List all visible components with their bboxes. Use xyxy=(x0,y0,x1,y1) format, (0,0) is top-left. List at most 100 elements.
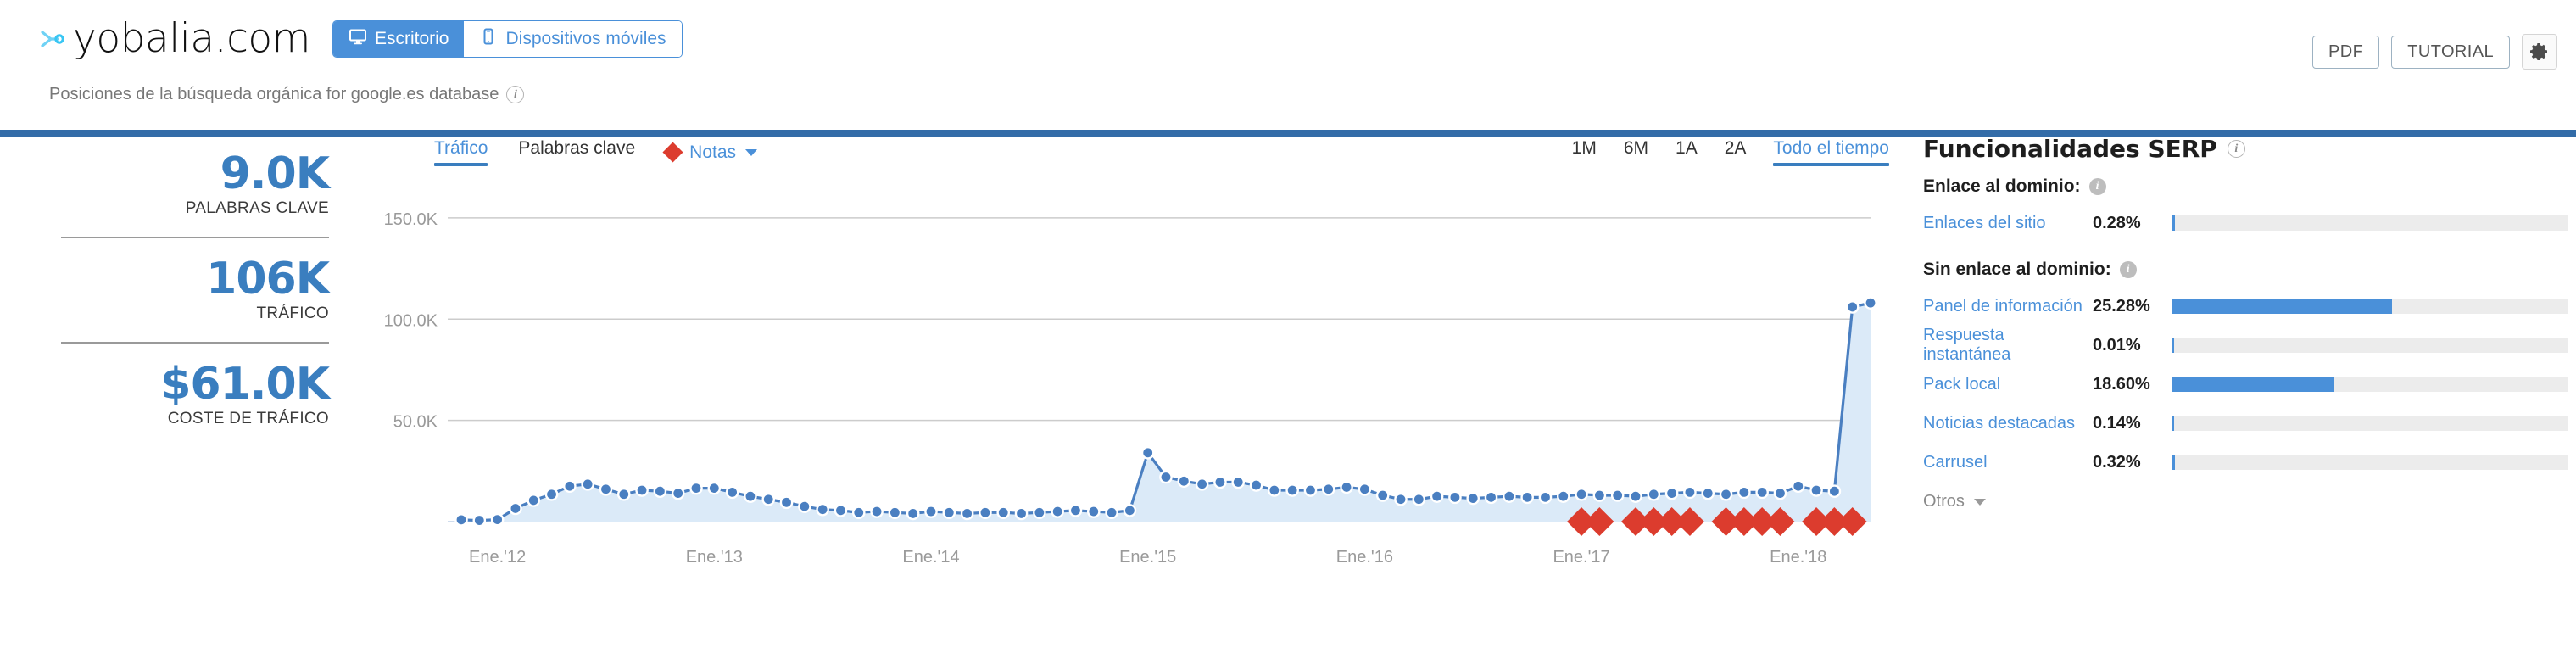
serp-bar-fill xyxy=(2172,377,2334,392)
serp-feature-percent: 0.28% xyxy=(2093,213,2141,232)
serp-bar-fill xyxy=(2172,215,2175,231)
svg-text:50.0K: 50.0K xyxy=(393,413,438,432)
metrics-panel: 9.0K PALABRAS CLAVE 106K TRÁFICO $61.0K … xyxy=(0,130,356,430)
serp-feature-name[interactable]: Carrusel xyxy=(1923,453,2093,472)
gear-icon[interactable] xyxy=(2522,34,2557,70)
serp-feature-percent: 0.32% xyxy=(2093,452,2141,472)
metric-traffic-label: TRÁFICO xyxy=(256,304,329,323)
page-header: yobalia.com Escritorio Dispositivos móvi… xyxy=(0,0,2576,137)
metric-traffic-cost-value: $61.0K xyxy=(160,359,330,411)
header-actions: PDF TUTORIAL xyxy=(2312,34,2557,70)
metric-traffic-cost-label: COSTE DE TRÁFICO xyxy=(167,410,329,428)
device-toggle-mobile[interactable]: Dispositivos móviles xyxy=(464,20,682,57)
info-icon[interactable]: i xyxy=(2088,178,2106,195)
range-selector: 1M 6M 1A 2A Todo el tiempo xyxy=(1572,138,1889,166)
serp-row-carrusel: Carrusel 0.32% xyxy=(1923,444,2568,480)
page-subtitle: Posiciones de la búsqueda orgánica for g… xyxy=(49,85,525,104)
range-1a[interactable]: 1A xyxy=(1676,138,1698,166)
serp-bar-fill xyxy=(2172,338,2174,353)
device-toggle-desktop[interactable]: Escritorio xyxy=(332,20,465,57)
traffic-line-chart[interactable]: 50.0K100.0K150.0K Ene.'12 Ene.'13 Ene.'14 E… xyxy=(370,182,1889,606)
svg-text:150.0K: 150.0K xyxy=(384,210,438,229)
chart-header: Tráfico Palabras clave Notas 1M 6M 1A 2A… xyxy=(370,130,1889,182)
serp-feature-name[interactable]: Pack local xyxy=(1923,375,2093,394)
serp-bar-track xyxy=(2172,455,2568,470)
device-toggle-mobile-label: Dispositivos móviles xyxy=(505,28,666,48)
chart-x-axis-labels: Ene.'12 Ene.'13 Ene.'14 Ene.'15 Ene.'16 Ene.'… xyxy=(469,548,1826,567)
page-title: yobalia.com xyxy=(73,15,310,62)
chart-area-fill xyxy=(461,303,1871,522)
chart-tabs: Tráfico Palabras clave Notas xyxy=(434,138,758,166)
metric-keywords: 9.0K PALABRAS CLAVE xyxy=(0,150,356,218)
page-subtitle-text: Posiciones de la búsqueda orgánica for g… xyxy=(49,85,499,103)
chart-plot[interactable]: 50.0K 100.0K 150.0K Ene.'12 Ene.'13 Ene.'14 E… xyxy=(370,182,1889,623)
page-content: 9.0K PALABRAS CLAVE 106K TRÁFICO $61.0K … xyxy=(0,130,2576,640)
mobile-icon xyxy=(479,27,498,51)
svg-text:Ene.'18: Ene.'18 xyxy=(1770,548,1826,567)
serp-feature-name[interactable]: Respuesta instantánea xyxy=(1923,326,2093,365)
svg-text:Ene.'12: Ene.'12 xyxy=(469,548,526,567)
serp-features-panel: Funcionalidades SERP i Enlace al dominio… xyxy=(1923,130,2568,511)
info-icon[interactable]: i xyxy=(2227,140,2245,158)
serp-group-heading-unlinked: Sin enlace al dominio: i xyxy=(1923,260,2568,280)
svg-text:Ene.'13: Ene.'13 xyxy=(686,548,743,567)
pdf-button[interactable]: PDF xyxy=(2312,35,2380,69)
serp-feature-name[interactable]: Panel de información xyxy=(1923,297,2093,316)
svg-text:Ene.'15: Ene.'15 xyxy=(1119,548,1176,567)
metric-divider xyxy=(61,342,329,344)
serp-feature-percent: 18.60% xyxy=(2093,374,2150,394)
serp-panel-title-text: Funcionalidades SERP xyxy=(1923,135,2217,163)
metric-divider xyxy=(61,237,329,239)
range-2a[interactable]: 2A xyxy=(1725,138,1747,166)
serp-others-label: Otros xyxy=(1923,492,1965,511)
serp-bar-fill xyxy=(2172,416,2174,431)
range-all-time[interactable]: Todo el tiempo xyxy=(1773,138,1889,166)
serp-bar-track xyxy=(2172,377,2568,392)
device-toggle-desktop-label: Escritorio xyxy=(374,28,449,48)
svg-text:Ene.'16: Ene.'16 xyxy=(1336,548,1393,567)
tutorial-button[interactable]: TUTORIAL xyxy=(2391,35,2510,69)
serp-row-enlaces-del-sitio: Enlaces del sitio 0.28% xyxy=(1923,205,2568,241)
serp-bar-track xyxy=(2172,215,2568,231)
chart-y-axis-labels: 50.0K 100.0K 150.0K xyxy=(384,210,438,432)
tab-palabras-clave[interactable]: Palabras clave xyxy=(518,138,635,166)
serp-panel-title: Funcionalidades SERP i xyxy=(1923,135,2568,163)
chart-panel: Tráfico Palabras clave Notas 1M 6M 1A 2A… xyxy=(370,130,1889,623)
chevron-down-icon xyxy=(1973,498,1986,506)
serp-bar-track xyxy=(2172,338,2568,353)
serp-feature-name[interactable]: Enlaces del sitio xyxy=(1923,214,2093,233)
red-diamond-icon xyxy=(662,142,683,163)
range-1m[interactable]: 1M xyxy=(1572,138,1597,166)
serp-bar-track xyxy=(2172,299,2568,314)
serp-others-dropdown[interactable]: Otros xyxy=(1923,492,2568,511)
metric-keywords-label: PALABRAS CLAVE xyxy=(185,199,329,218)
serp-bar-track xyxy=(2172,416,2568,431)
serp-bar-fill xyxy=(2172,299,2393,314)
info-icon[interactable]: i xyxy=(2119,261,2137,278)
serp-feature-percent: 25.28% xyxy=(2093,296,2150,316)
serp-bar-fill xyxy=(2172,455,2176,470)
serp-feature-name[interactable]: Noticias destacadas xyxy=(1923,414,2093,433)
serp-row-pack-local: Pack local 18.60% xyxy=(1923,366,2568,402)
metric-traffic: 106K TRÁFICO xyxy=(0,255,356,323)
svg-text:Ene.'14: Ene.'14 xyxy=(902,548,959,567)
svg-text:100.0K: 100.0K xyxy=(384,311,438,330)
metric-keywords-value: 9.0K xyxy=(220,148,330,199)
metric-traffic-cost: $61.0K COSTE DE TRÁFICO xyxy=(0,360,356,428)
yobalia-logo-icon xyxy=(32,20,70,58)
serp-group-heading-linked-text: Enlace al dominio: xyxy=(1923,176,2081,196)
tab-trafico[interactable]: Tráfico xyxy=(434,138,488,166)
serp-feature-percent: 0.14% xyxy=(2093,413,2141,433)
serp-group-heading-linked: Enlace al dominio: i xyxy=(1923,176,2568,197)
notes-dropdown[interactable]: Notas xyxy=(662,142,758,163)
chevron-down-icon xyxy=(745,148,758,156)
serp-row-noticias-destacadas: Noticias destacadas 0.14% xyxy=(1923,405,2568,441)
info-icon[interactable]: i xyxy=(506,86,525,103)
notes-label: Notas xyxy=(689,142,737,162)
brand-row: yobalia.com Escritorio Dispositivos móvi… xyxy=(32,19,683,59)
serp-group-heading-unlinked-text: Sin enlace al dominio: xyxy=(1923,260,2111,279)
range-6m[interactable]: 6M xyxy=(1624,138,1648,166)
device-toggle[interactable]: Escritorio Dispositivos móviles xyxy=(332,20,683,58)
desktop-icon xyxy=(348,27,367,51)
serp-row-panel-de-informacion: Panel de información 25.28% xyxy=(1923,288,2568,324)
